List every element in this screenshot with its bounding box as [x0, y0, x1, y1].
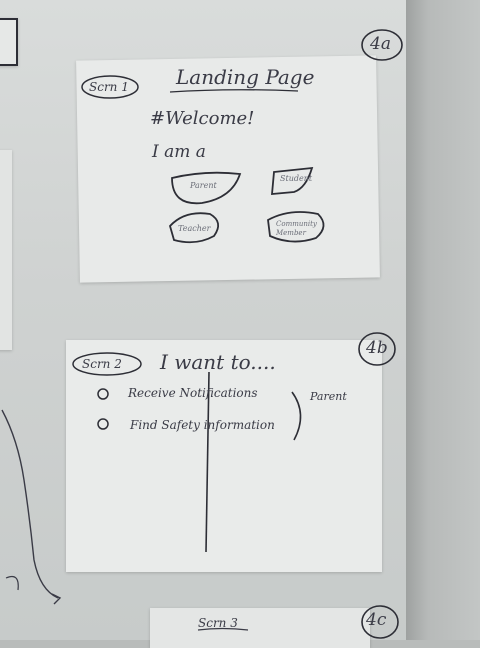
screen1-welcome: #Welcome! — [150, 108, 255, 129]
screen1-title: Landing Page — [176, 65, 315, 89]
screen1-tag: Scrn 1 — [89, 80, 129, 94]
ink-drawing-layer — [1, 29, 403, 639]
screen2-tag: Scrn 2 — [82, 357, 122, 371]
option-bracket — [291, 391, 302, 441]
screen2-bracket-label: Parent — [310, 390, 347, 403]
button-label-teacher: Teacher — [178, 224, 211, 233]
option-checkbox-2 — [97, 418, 109, 430]
screen2-title: I want to.... — [160, 350, 276, 374]
screen2-option-2: Find Safety information — [130, 418, 275, 432]
page-marker-4a: 4a — [370, 34, 391, 54]
button-label-community: Community Member — [276, 220, 317, 237]
page-marker-4b: 4b — [366, 338, 388, 358]
screen3-tag: Scrn 3 — [198, 616, 238, 630]
page-marker-4c: 4c — [366, 610, 387, 630]
title-underline — [169, 89, 299, 93]
screen1-prompt: I am a — [152, 142, 206, 162]
screen2-option-1: Receive Notifications — [128, 386, 258, 400]
option-checkbox-1 — [97, 388, 109, 400]
button-label-parent: Parent — [190, 181, 217, 190]
connector-line — [1, 409, 59, 599]
connector-squiggle — [5, 575, 19, 591]
button-label-student: Student — [280, 174, 313, 183]
